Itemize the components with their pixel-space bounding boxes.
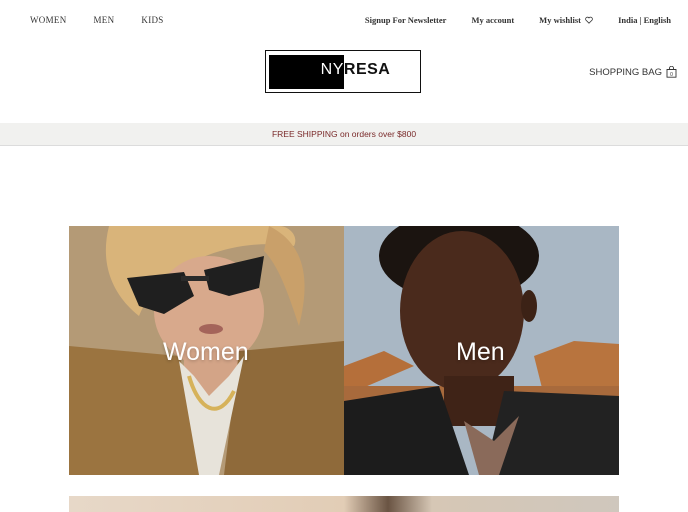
shopping-bag-label: SHOPPING BAG (589, 66, 662, 78)
logo-text: NYRESA (266, 61, 420, 79)
logo-part-resa: RESA (343, 61, 391, 78)
shopping-bag-icon: 0 (666, 66, 677, 78)
heart-icon (585, 16, 593, 24)
bag-count: 0 (670, 72, 673, 78)
site-logo[interactable]: NYRESA (265, 50, 421, 93)
shipping-banner: FREE SHIPPING on orders over $800 (0, 123, 688, 146)
women-hero-tile[interactable]: Women (69, 226, 344, 475)
nav-women[interactable]: WOMEN (30, 15, 67, 25)
locale-selector[interactable]: India | English (618, 15, 671, 25)
wishlist-link[interactable]: My wishlist (539, 15, 593, 25)
category-nav: WOMEN MEN KIDS (30, 15, 191, 25)
account-link[interactable]: My account (471, 15, 514, 25)
nav-kids[interactable]: KIDS (141, 15, 163, 25)
next-section-preview (69, 496, 619, 512)
wishlist-label: My wishlist (539, 15, 581, 25)
newsletter-link[interactable]: Signup For Newsletter (365, 15, 447, 25)
hero-grid: Women Men (69, 226, 619, 475)
utility-nav: Signup For Newsletter My account My wish… (340, 15, 671, 25)
nav-men[interactable]: MEN (94, 15, 115, 25)
men-hero-tile[interactable]: Men (344, 226, 619, 475)
men-hero-label: Men (456, 338, 505, 366)
top-navigation: WOMEN MEN KIDS Signup For Newsletter My … (0, 0, 688, 40)
logo-part-ny: NY (320, 61, 344, 78)
shipping-text: FREE SHIPPING on orders over $800 (271, 129, 417, 139)
women-hero-label: Women (163, 338, 249, 366)
shopping-bag-button[interactable]: SHOPPING BAG 0 (589, 66, 677, 78)
